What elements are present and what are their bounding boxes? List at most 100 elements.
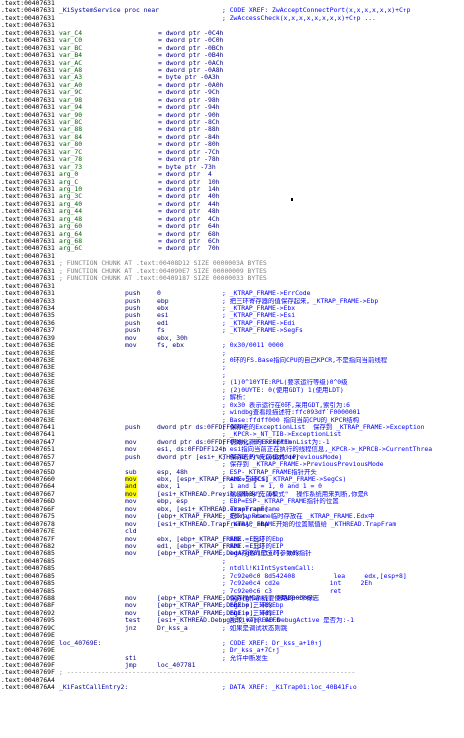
listing-line[interactable]: .text:00407631 var_78 = dword ptr -78h	[0, 156, 464, 163]
listing-line[interactable]: .text:00407631 arg_C = dword ptr 10h	[0, 179, 464, 186]
listing-line[interactable]: .text:00407631 push 0 ; _KTRAP_FRAME->ErrCo…	[0, 290, 464, 297]
listing-line[interactable]: .text:00407631 var_8C = dword ptr -8Ch	[0, 119, 464, 126]
listing-line[interactable]: .text:0040763E ; (2)0UYTE: 0(使用GDT) 1(使用L…	[0, 387, 464, 394]
listing-line[interactable]: .text:0040763E ; 解析：	[0, 394, 464, 401]
listing-line[interactable]: .text:00407631 var_B4 = dword ptr -0B4h	[0, 52, 464, 59]
listing-line[interactable]: .text:0040769E sti ; 允许中断发生	[0, 655, 464, 662]
listing-line[interactable]: .text:00407631 arg_48 = dword ptr 4Ch	[0, 216, 464, 223]
listing-line[interactable]: .text:0040766F mov ebx, [esi+_KTHREAD.Trap…	[0, 506, 464, 513]
listing-line[interactable]: .text:0040767F mov ebx, [ebp+_KTRAP_FRAME.…	[0, 536, 464, 543]
listing-line[interactable]: .text:0040763E ; (1)0^10YTE:RPL(要求运行等级)0^…	[0, 379, 464, 386]
listing-line[interactable]: .text:00407685 ; 7c92e0c4 cd2e int 2Eh	[0, 580, 464, 587]
listing-line[interactable]: .text:00407657 ; 保存到 _KTRAP_FRAME->Previo…	[0, 461, 464, 468]
stack-var-name[interactable]: var_A3	[59, 74, 82, 81]
stack-var-name[interactable]: arg_3C	[59, 193, 82, 200]
listing-line[interactable]: .text:00407631 var_90 = dword ptr -90h	[0, 112, 464, 119]
listing-line[interactable]: .text:00407631	[0, 0, 464, 7]
stack-var-name[interactable]: var_AC	[59, 60, 82, 67]
stack-var-name[interactable]: var_90	[59, 112, 82, 119]
listing-line[interactable]: .text:00407636 push edi ; _KTRAP_FRAME->Edi	[0, 320, 464, 327]
listing-line[interactable]: .text:00407631 var_A8 = dword ptr -0A8h	[0, 67, 464, 74]
listing-line[interactable]: .text:004076A4	[0, 677, 464, 684]
stack-var-name[interactable]: arg_C	[59, 179, 78, 186]
code-label[interactable]: _KiFastCallEntry2:	[59, 684, 128, 691]
listing-line[interactable]: .text:0040763E ; 0x30 表示运行在0环,采用GDT,索引为:6	[0, 402, 464, 409]
listing-line[interactable]: .text:00407682 mov edi, [ebp+_KTRAP_FRAME.…	[0, 543, 464, 550]
listing-line[interactable]: .text:00407641 ; _KPCR->_NT_TIB->Exceptio…	[0, 431, 464, 438]
listing-line[interactable]: .text:00407631 var_98 = dword ptr -98h	[0, 97, 464, 104]
listing-line[interactable]: .text:00407631 arg_6C = dword ptr 70h	[0, 245, 464, 252]
listing-line[interactable]: .text:0040763E;	[0, 372, 464, 379]
stack-var-name[interactable]: var_8C	[59, 119, 82, 126]
listing-line[interactable]: .text:00407631 var_80 = dword ptr -80h	[0, 141, 464, 148]
listing-line[interactable]: .text:00407685 ; 7c92e0c6 c3 ret	[0, 588, 464, 595]
listing-line[interactable]: .text:0040763E;	[0, 364, 464, 371]
listing-line[interactable]: .text:00407631 var_7C = dword ptr -7Ch	[0, 149, 464, 156]
listing-line[interactable]: .text:00407688 mov [ebp+_KTRAP_FRAME.DbgAr…	[0, 595, 464, 602]
listing-line[interactable]: .text:00407641 push dword ptr ds:0FFDFF000…	[0, 424, 464, 431]
operands[interactable]: fs	[157, 327, 165, 334]
stack-var-name[interactable]: var_9C	[59, 89, 82, 96]
listing-line[interactable]: .text:00407631 ; ZwAccessCheck(x,x,x,x,x,…	[0, 15, 464, 22]
listing-line[interactable]: .text:00407631 _KiSystemService proc near…	[0, 7, 464, 14]
listing-line[interactable]: .text:00407678 mov [esi+_KTHREAD.TrapFrame…	[0, 521, 464, 528]
xref-comment[interactable]: ; CODE XREF: Dr_kss_a+10↑j	[222, 640, 322, 647]
listing-line[interactable]: .text:00407631 var_9C = dword ptr -9Ch	[0, 89, 464, 96]
listing-line[interactable]: .text:00407631 var_A3 = byte ptr -0A3h	[0, 74, 464, 81]
listing-line[interactable]: .text:0040769E ; Dr_kss_a+7C↑j	[0, 647, 464, 654]
stack-var-name[interactable]: var_BC	[59, 45, 82, 52]
listing-line[interactable]: .text:00407685;	[0, 558, 464, 565]
operands[interactable]: 0	[157, 290, 161, 297]
stack-var-name[interactable]: var_A8	[59, 67, 82, 74]
stack-var-name[interactable]: var_7C	[59, 149, 82, 156]
stack-var-name[interactable]: var_73	[59, 164, 82, 171]
stack-var-name[interactable]: var_B4	[59, 52, 82, 59]
listing-line[interactable]: .text:0040763E ; windbg查看段描述符:ffc093df`F0…	[0, 409, 464, 416]
stack-var-name[interactable]: arg_0	[59, 171, 78, 178]
listing-line[interactable]: .text:0040765D sub esp, 48h ; ESP-_KTRAP_FR…	[0, 469, 464, 476]
listing-line[interactable]: .text:00407664 and ebx, 1 ; 1 and 1 = 1, 0 …	[0, 483, 464, 491]
listing-line[interactable]: .text:00407631 ; FUNCTION CHUNK AT .text:…	[0, 275, 464, 282]
listing-line[interactable]: .text:00407695 test [esi+_KTHREAD.DebugAct…	[0, 617, 464, 624]
stack-var-name[interactable]: var_C4	[59, 30, 82, 37]
listing-line[interactable]: .text:00407631 var_84 = dword ptr -84h	[0, 134, 464, 141]
listing-line[interactable]: .text:00407637 push fs ; _KTRAP_FRAME->SegF…	[0, 327, 464, 334]
stack-var-name[interactable]: arg_68	[59, 238, 82, 245]
listing-line[interactable]: .text:00407631 var_A0 = dword ptr -0A0h	[0, 82, 464, 89]
listing-line[interactable]: .text:00407635 push esi ; _KTRAP_FRAME->Esi	[0, 312, 464, 319]
listing-line[interactable]: .text:00407631 arg_44 = dword ptr 48h	[0, 208, 464, 215]
operands[interactable]: esp, 48h	[157, 469, 188, 476]
listing-line[interactable]: .text:00407631 ; FUNCTION CHUNK AT .text:…	[0, 268, 464, 275]
listing-line[interactable]: .text:00407631 var_88 = dword ptr -88h	[0, 126, 464, 133]
listing-line[interactable]: .text:00407631 var_73 = byte ptr -73h	[0, 164, 464, 171]
listing-line[interactable]: .text:00407692 mov [ebp+_KTRAP_FRAME.DbgEi…	[0, 610, 464, 617]
stack-var-name[interactable]: var_78	[59, 156, 82, 163]
operands[interactable]: loc_407781	[157, 662, 195, 669]
listing-line[interactable]: .text:00407631	[0, 283, 464, 290]
operands[interactable]: Dr_kss_a	[157, 625, 188, 632]
code-label[interactable]: _KiSystemService proc near	[59, 7, 159, 14]
listing-line[interactable]: .text:00407685 ; 7c92e0c0 8d542408 lea ed…	[0, 573, 464, 580]
listing-line[interactable]: .text:00407631	[0, 253, 464, 260]
listing-line[interactable]: .text:00407639 mov ebx, 30h	[0, 335, 464, 342]
listing-line[interactable]: .text:00407685 mov [ebp+_KTRAP_FRAME.DbgAr…	[0, 550, 464, 557]
stack-var-name[interactable]: var_88	[59, 126, 82, 133]
ida-disassembly-view[interactable]: .text:00407631 .text:00407631 _KiSystemSer…	[0, 0, 464, 738]
listing-line[interactable]: .text:00407631 arg_3C = dword ptr 40h	[0, 193, 464, 200]
stack-var-name[interactable]: var_98	[59, 97, 82, 104]
listing-line[interactable]: .text:00407631 arg_40 = dword ptr 44h	[0, 201, 464, 208]
listing-line[interactable]: .text:00407631 var_BC = dword ptr -0BCh	[0, 45, 464, 52]
operands[interactable]: ebp, esp	[157, 498, 188, 505]
operands[interactable]: ebx	[157, 305, 169, 312]
operands[interactable]: edi	[157, 320, 169, 327]
stack-var-name[interactable]: arg_48	[59, 216, 82, 223]
listing-line[interactable]: .text:00407631 var_C4 = dword ptr -0C4h	[0, 30, 464, 37]
stack-var-name[interactable]: arg_10	[59, 186, 82, 193]
stack-var-name[interactable]: var_84	[59, 134, 82, 141]
stack-var-name[interactable]: arg_40	[59, 201, 82, 208]
code-label[interactable]: loc_40769E:	[59, 640, 101, 647]
stack-var-name[interactable]: arg_60	[59, 223, 82, 230]
listing-line[interactable]: .text:0040769E	[0, 632, 464, 639]
listing-line[interactable]: .text:0040769F jmp loc_407781	[0, 662, 464, 669]
listing-line[interactable]: .text:00407631 arg_68 = dword ptr 6Ch	[0, 238, 464, 245]
